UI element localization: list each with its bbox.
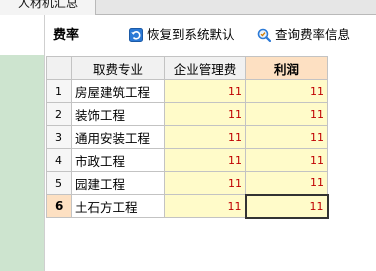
specialty-cell[interactable]: 通用安装工程 bbox=[71, 125, 165, 149]
profit-cell-active[interactable]: 11 bbox=[244, 193, 329, 219]
tab-material-summary[interactable]: 人材机汇总 bbox=[0, 0, 96, 15]
restore-default-button[interactable]: 恢复到系统默认 bbox=[129, 26, 235, 44]
table-header-row: 取费专业 企业管理费 利润 bbox=[46, 56, 328, 80]
profit-cell[interactable]: 11 bbox=[245, 102, 328, 126]
specialty-cell[interactable]: 装饰工程 bbox=[71, 102, 165, 126]
magnifier-icon bbox=[257, 28, 272, 43]
tab-label: 人材机汇总 bbox=[18, 0, 79, 10]
left-panel-strip bbox=[0, 55, 44, 271]
specialty-cell[interactable]: 市政工程 bbox=[71, 148, 165, 172]
tab-strip: 人材机汇总 bbox=[0, 0, 376, 15]
row-number[interactable]: 4 bbox=[46, 148, 72, 172]
column-header-management-fee[interactable]: 企业管理费 bbox=[164, 56, 246, 80]
left-panel bbox=[0, 15, 45, 271]
query-rate-label: 查询费率信息 bbox=[275, 27, 351, 42]
restore-arrow-icon bbox=[129, 28, 143, 42]
row-number[interactable]: 2 bbox=[46, 102, 72, 126]
management-fee-cell[interactable]: 11 bbox=[164, 194, 246, 218]
toolbar-title: 费率 bbox=[53, 28, 80, 43]
specialty-cell[interactable]: 园建工程 bbox=[71, 171, 165, 195]
profit-cell[interactable]: 11 bbox=[245, 125, 328, 149]
profit-cell[interactable]: 11 bbox=[245, 79, 328, 103]
row-number[interactable]: 1 bbox=[46, 79, 72, 103]
column-header-profit[interactable]: 利润 bbox=[245, 56, 328, 80]
management-fee-cell[interactable]: 11 bbox=[164, 171, 246, 195]
restore-default-label: 恢复到系统默认 bbox=[147, 27, 235, 42]
toolbar: 费率 恢复到系统默认 查询费率信息 bbox=[45, 15, 376, 55]
rate-table: 取费专业 企业管理费 利润 1 房屋建筑工程 11 11 2 装饰工程 11 1… bbox=[46, 56, 329, 219]
column-header-specialty[interactable]: 取费专业 bbox=[71, 56, 165, 80]
row-number[interactable]: 5 bbox=[46, 171, 72, 195]
table-row[interactable]: 4 市政工程 11 11 bbox=[46, 148, 328, 172]
table-row[interactable]: 5 园建工程 11 11 bbox=[46, 171, 328, 195]
management-fee-cell[interactable]: 11 bbox=[164, 148, 246, 172]
management-fee-cell[interactable]: 11 bbox=[164, 79, 246, 103]
table-row[interactable]: 2 装饰工程 11 11 bbox=[46, 102, 328, 126]
table-row[interactable]: 3 通用安装工程 11 11 bbox=[46, 125, 328, 149]
rate-grid: 取费专业 企业管理费 利润 1 房屋建筑工程 11 11 2 装饰工程 11 1… bbox=[46, 56, 376, 271]
specialty-cell[interactable]: 土石方工程 bbox=[71, 194, 165, 218]
row-number[interactable]: 3 bbox=[46, 125, 72, 149]
profit-cell[interactable]: 11 bbox=[245, 148, 328, 172]
row-number-selected[interactable]: 6 bbox=[46, 194, 72, 218]
management-fee-cell[interactable]: 11 bbox=[164, 102, 246, 126]
specialty-cell[interactable]: 房屋建筑工程 bbox=[71, 79, 165, 103]
profit-cell[interactable]: 11 bbox=[245, 171, 328, 195]
query-rate-button[interactable]: 查询费率信息 bbox=[257, 26, 350, 44]
corner-cell[interactable] bbox=[46, 56, 72, 80]
table-row-selected[interactable]: 6 土石方工程 11 11 bbox=[46, 193, 329, 219]
management-fee-cell[interactable]: 11 bbox=[164, 125, 246, 149]
table-row[interactable]: 1 房屋建筑工程 11 11 bbox=[46, 79, 328, 103]
